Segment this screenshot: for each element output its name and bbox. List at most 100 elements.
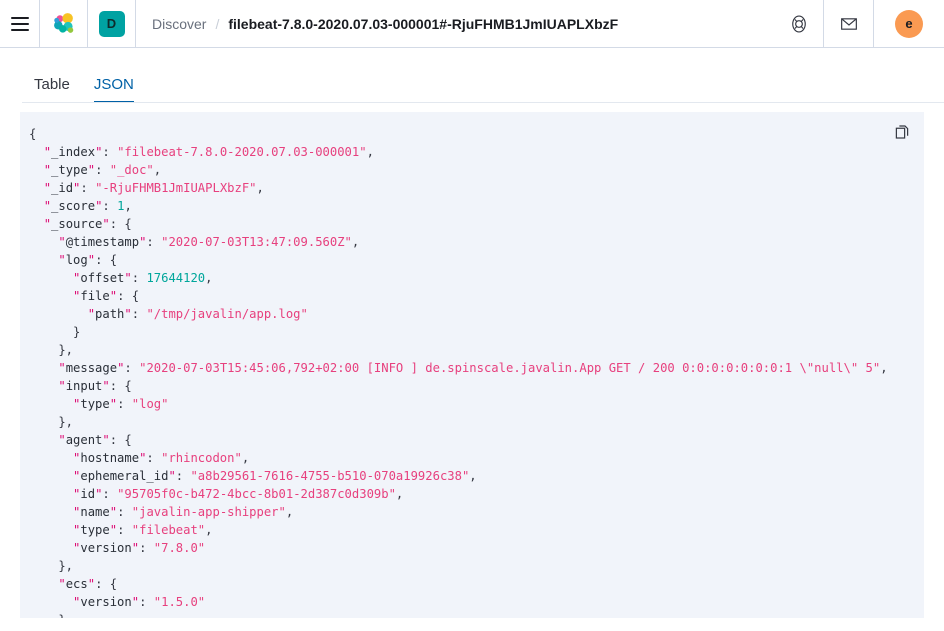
json-token: " <box>109 289 118 303</box>
json-token: @timestamp <box>65 235 140 249</box>
copy-icon <box>895 125 909 139</box>
json-token: }, <box>29 343 74 357</box>
top-navigation-bar: D Discover / filebeat-7.8.0-2020.07.03-0… <box>0 0 944 48</box>
json-token: "2020-07-03T15:45:06,792+02:00 [INFO ] d… <box>139 361 881 375</box>
json-token: agent <box>65 433 103 447</box>
json-token: , <box>241 451 250 465</box>
json-token: , <box>880 361 888 375</box>
json-token: "95705f0c-b472-4bcc-8b01-2d387c0d309b" <box>117 487 396 501</box>
json-token: : <box>95 163 110 177</box>
json-token: ephemeral_id <box>80 469 169 483</box>
json-token: : { <box>95 577 118 591</box>
json-token: : <box>102 145 118 159</box>
user-menu-button[interactable]: e <box>874 0 944 47</box>
json-token: : <box>80 181 96 195</box>
json-token: " <box>58 379 66 393</box>
json-token: "a8b29561-7616-4755-b510-070a19926c38" <box>190 469 470 483</box>
json-token: " <box>43 199 52 213</box>
json-token: : <box>102 199 118 213</box>
json-token: ecs <box>65 577 88 591</box>
json-token: type <box>80 523 110 537</box>
json-token: hostname <box>80 451 140 465</box>
copy-to-clipboard-button[interactable] <box>890 120 914 144</box>
json-token: id <box>80 487 96 501</box>
json-token: , <box>351 235 360 249</box>
mail-envelope-icon <box>840 17 857 30</box>
json-token: " <box>58 361 66 375</box>
json-token: , <box>256 181 264 195</box>
json-token: input <box>65 379 103 393</box>
hamburger-menu-icon <box>10 16 29 31</box>
json-token: version <box>80 541 132 555</box>
json-token: , <box>124 199 132 213</box>
json-token: : <box>117 397 132 411</box>
json-token: " <box>124 271 132 285</box>
doc-view-tabs: Table JSON <box>0 48 944 103</box>
json-token: "2020-07-03T13:47:09.560Z" <box>161 235 352 249</box>
json-token: "log" <box>131 397 169 411</box>
tab-underline-divider <box>22 102 944 103</box>
json-token: : <box>139 541 154 555</box>
json-token: : <box>146 451 162 465</box>
breadcrumb-separator: / <box>215 15 220 32</box>
json-token: }, <box>29 559 74 573</box>
json-token: " <box>43 163 52 177</box>
tab-json[interactable]: JSON <box>82 70 146 103</box>
json-token: offset <box>80 271 125 285</box>
avatar: e <box>895 9 923 38</box>
json-token: _type <box>51 163 88 177</box>
news-feed-button[interactable] <box>824 0 874 47</box>
json-token: : { <box>117 289 140 303</box>
json-token: " <box>102 433 110 447</box>
json-token: "7.8.0" <box>153 541 206 555</box>
json-token: , <box>205 271 213 285</box>
json-token: , <box>366 145 374 159</box>
json-token: "rhincodon" <box>161 451 242 465</box>
json-token: { <box>29 127 37 141</box>
elastic-logo-icon <box>53 12 73 33</box>
json-token: " <box>58 253 66 267</box>
help-button[interactable] <box>774 0 824 47</box>
json-token: " <box>43 217 52 231</box>
space-selector-button[interactable]: D <box>88 0 136 47</box>
json-token: log <box>65 253 88 267</box>
json-token: , <box>395 487 404 501</box>
json-token: " <box>58 433 66 447</box>
json-token: 17644120 <box>146 271 206 285</box>
json-token: : { <box>109 433 132 447</box>
elastic-home-link[interactable] <box>40 0 88 47</box>
json-token: _source <box>51 217 103 231</box>
breadcrumb-item-discover[interactable]: Discover <box>152 16 206 32</box>
json-token: : <box>124 361 140 375</box>
json-token: type <box>80 397 110 411</box>
json-token: name <box>80 505 110 519</box>
json-token: : <box>175 469 191 483</box>
json-token: " <box>102 217 110 231</box>
json-token: path <box>95 307 125 321</box>
json-token: " <box>87 163 96 177</box>
json-token: " <box>43 145 52 159</box>
json-token: version <box>80 595 132 609</box>
json-token: , <box>153 163 162 177</box>
json-token: " <box>87 307 96 321</box>
tab-table[interactable]: Table <box>22 70 82 103</box>
json-token: " <box>131 541 140 555</box>
primary-nav-toggle-button[interactable] <box>0 0 40 47</box>
json-token: " <box>109 397 118 411</box>
json-token: " <box>124 307 132 321</box>
json-token: " <box>102 379 110 393</box>
json-token: file <box>80 289 110 303</box>
